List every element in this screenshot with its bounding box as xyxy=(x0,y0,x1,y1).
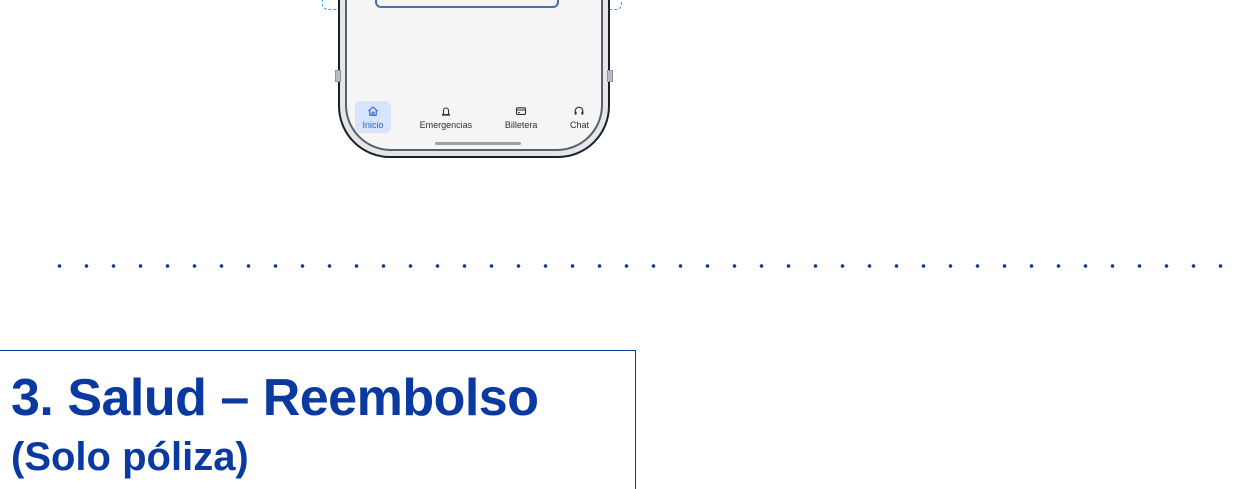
home-indicator xyxy=(435,142,521,145)
nav-item-billetera[interactable]: Billetera xyxy=(501,101,542,133)
nav-label-billetera: Billetera xyxy=(504,119,538,130)
phone-mockup: Inicio Emergencias Billetera Chat xyxy=(335,0,613,158)
nav-label-chat: Chat xyxy=(569,119,589,130)
nav-label-emergencias: Emergencias xyxy=(419,119,473,130)
section-subtitle: (Solo póliza) xyxy=(11,435,249,479)
screen-content-edge xyxy=(375,0,559,8)
headset-icon xyxy=(573,105,585,117)
phone-side-button-right xyxy=(607,70,613,82)
wallet-icon xyxy=(515,105,527,117)
dotted-divider xyxy=(46,263,1239,269)
phone-screen: Inicio Emergencias Billetera Chat xyxy=(345,0,603,151)
bottom-nav: Inicio Emergencias Billetera Chat xyxy=(355,100,593,134)
nav-item-chat[interactable]: Chat xyxy=(566,101,593,133)
nav-item-emergencias[interactable]: Emergencias xyxy=(416,101,477,133)
nav-label-inicio: Inicio xyxy=(362,119,384,130)
siren-icon xyxy=(440,105,452,117)
section-title: 3. Salud – Reembolso xyxy=(11,369,539,427)
slide: Inicio Emergencias Billetera Chat 3. Sal… xyxy=(0,0,1239,489)
home-icon xyxy=(367,105,379,117)
phone-side-button-left xyxy=(335,70,341,82)
nav-item-inicio[interactable]: Inicio xyxy=(355,101,391,133)
